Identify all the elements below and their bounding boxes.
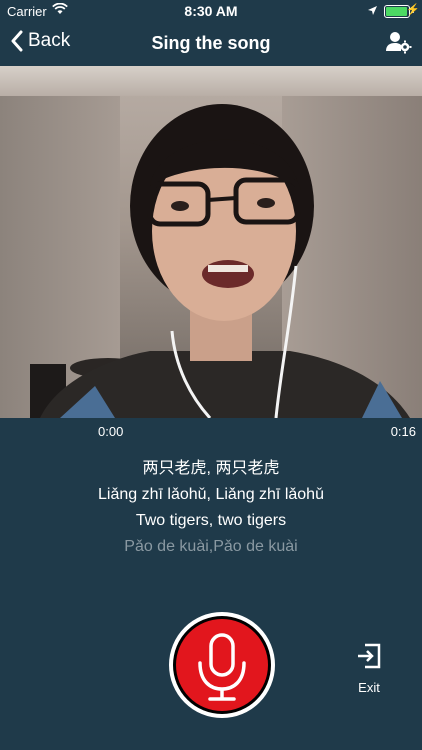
playback-time-row: 0:00 0:16 bbox=[0, 424, 422, 442]
exit-button[interactable]: Exit bbox=[352, 643, 386, 695]
lyric-english: Two tigers, two tigers bbox=[135, 512, 287, 529]
singer-figure bbox=[30, 104, 410, 418]
lyric-pinyin: Liǎng zhī lǎohǔ, Liǎng zhī lǎohǔ bbox=[98, 486, 324, 503]
total-duration: 0:16 bbox=[390, 424, 416, 439]
lyric-next-line: Pǎo de kuài,Pǎo de kuài bbox=[124, 538, 298, 555]
page-title: Sing the song bbox=[151, 33, 271, 53]
record-button[interactable] bbox=[169, 612, 275, 718]
user-settings-icon[interactable] bbox=[386, 30, 412, 59]
navigation-bar: Back Sing the song bbox=[0, 22, 422, 66]
clock: 8:30 AM bbox=[184, 3, 238, 19]
exit-label: Exit bbox=[358, 680, 380, 695]
lyric-chinese: 两只老虎, 两只老虎 bbox=[142, 460, 280, 477]
microphone-icon bbox=[198, 633, 246, 701]
current-time: 0:00 bbox=[98, 424, 124, 439]
record-button-core bbox=[176, 619, 268, 711]
charging-icon: ⚡ bbox=[406, 4, 420, 16]
exit-icon bbox=[358, 643, 381, 669]
status-bar: Carrier 8:30 AM ⚡ bbox=[0, 0, 422, 22]
lyrics-panel: 两只老虎, 两只老虎 Liǎng zhī lǎohǔ, Liǎng zhī lǎ… bbox=[0, 456, 422, 560]
camera-preview bbox=[0, 66, 422, 418]
record-button-ring bbox=[173, 616, 271, 714]
location-icon bbox=[367, 4, 378, 19]
